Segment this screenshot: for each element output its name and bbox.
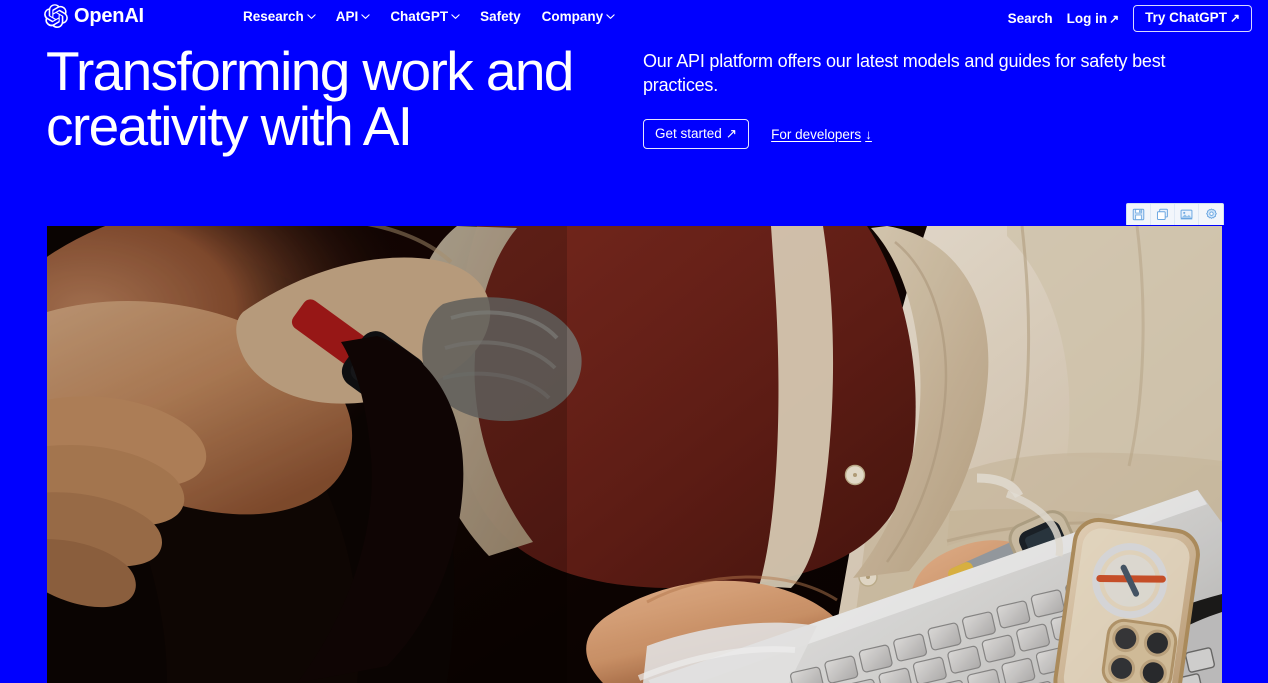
- top-navigation-bar: OpenAI Research API ChatGPT Safety Compa…: [0, 0, 1268, 34]
- arrow-up-right-icon: ↗: [725, 126, 738, 141]
- copy-icon[interactable]: [1151, 204, 1175, 225]
- chevron-down-icon: [606, 12, 615, 20]
- image-toolbar: [1126, 203, 1224, 225]
- nav-item-research-label: Research: [243, 9, 304, 24]
- for-developers-link[interactable]: For developers ↓: [771, 127, 872, 142]
- nav-item-research[interactable]: Research: [243, 8, 316, 26]
- nav-item-api[interactable]: API: [336, 8, 370, 26]
- login-link[interactable]: Log in ↗: [1067, 10, 1120, 28]
- search-label: Search: [1007, 10, 1053, 26]
- brand-logo-link[interactable]: OpenAI: [44, 4, 144, 29]
- primary-nav-links: Research API ChatGPT Safety Company: [243, 8, 615, 26]
- nav-item-safety-label: Safety: [480, 9, 521, 24]
- nav-item-api-label: API: [335, 9, 359, 24]
- brand-name-label: OpenAI: [74, 5, 144, 27]
- save-icon[interactable]: [1127, 204, 1151, 225]
- image-icon[interactable]: [1175, 204, 1199, 225]
- try-chatgpt-button[interactable]: Try ChatGPT ↗: [1133, 5, 1252, 32]
- hero-copy-block: Our API platform offers our latest model…: [643, 49, 1223, 149]
- nav-item-company[interactable]: Company: [542, 8, 615, 26]
- chevron-down-icon: [307, 12, 316, 20]
- hero-subtitle: Our API platform offers our latest model…: [643, 51, 1166, 95]
- for-developers-label: For developers: [771, 126, 862, 142]
- try-chatgpt-label: Try ChatGPT: [1145, 10, 1227, 25]
- nav-item-chatgpt[interactable]: ChatGPT: [390, 8, 460, 26]
- get-started-label: Get started: [655, 126, 722, 141]
- nav-item-company-label: Company: [541, 9, 604, 24]
- gear-icon[interactable]: [1199, 204, 1223, 225]
- hero-section: Transforming work and creativity with AI…: [0, 44, 1268, 214]
- get-started-button[interactable]: Get started ↗: [643, 119, 750, 149]
- search-link[interactable]: Search: [1008, 10, 1053, 28]
- arrow-up-right-icon: ↗: [1229, 11, 1240, 25]
- nav-item-chatgpt-label: ChatGPT: [390, 9, 449, 24]
- chevron-down-icon: [451, 12, 460, 20]
- chevron-down-icon: [361, 12, 370, 20]
- hero-actions: Get started ↗ For developers ↓: [643, 119, 1223, 149]
- secondary-nav-actions: Search Log in ↗ Try ChatGPT ↗: [1008, 5, 1252, 32]
- arrow-down-icon: ↓: [865, 126, 872, 142]
- page-root: OpenAI Research API ChatGPT Safety Compa…: [0, 0, 1268, 683]
- arrow-up-right-icon: ↗: [1109, 11, 1120, 26]
- openai-blossom-icon: [44, 4, 68, 29]
- hero-image: [47, 226, 1222, 683]
- login-label: Log in: [1066, 10, 1108, 26]
- nav-item-safety[interactable]: Safety: [480, 8, 521, 26]
- page-title: Transforming work and creativity with AI: [46, 40, 574, 157]
